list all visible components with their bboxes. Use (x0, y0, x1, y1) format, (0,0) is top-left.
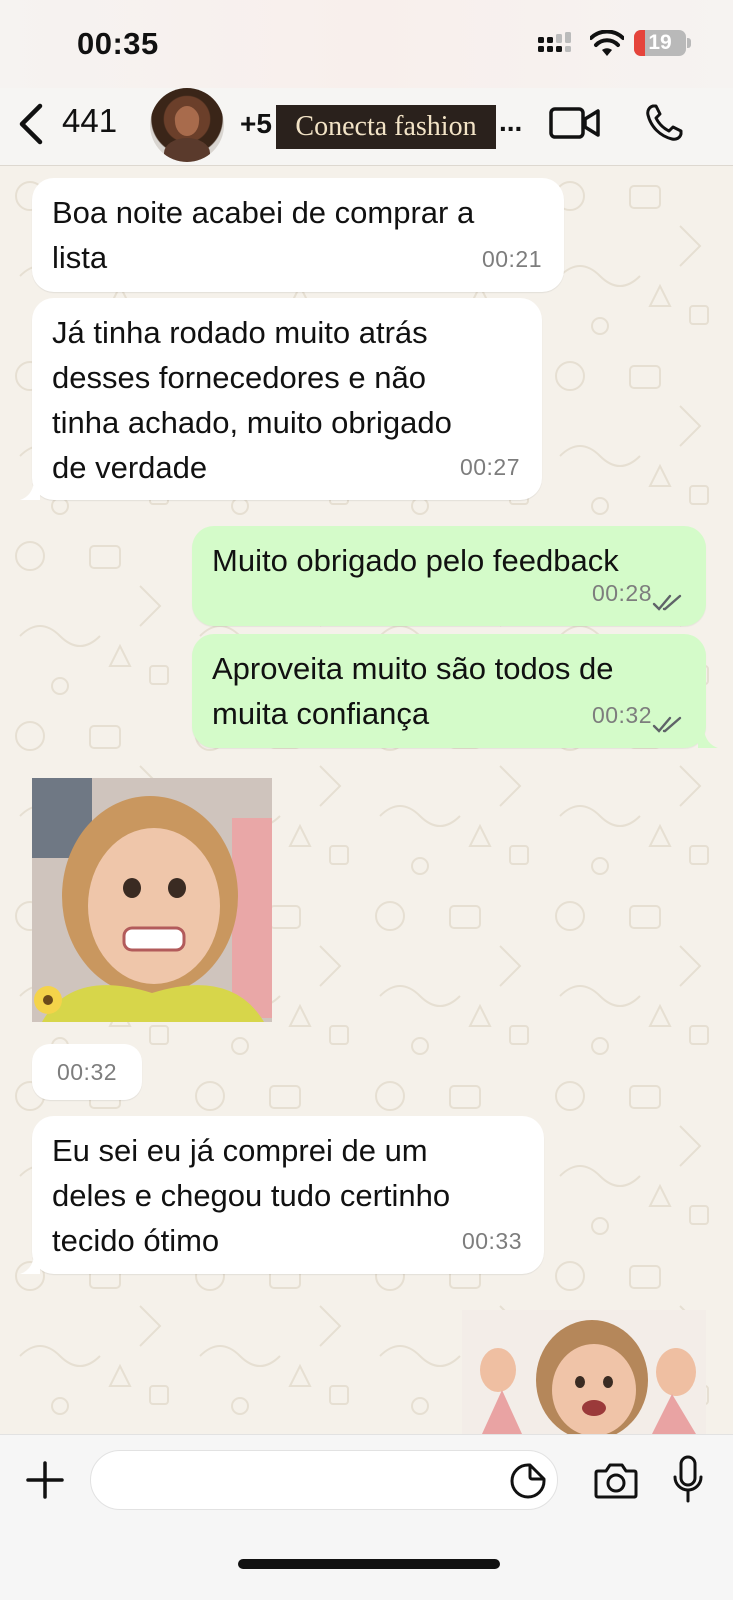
battery-cap (687, 38, 691, 48)
sticker-image[interactable] (32, 778, 272, 1022)
back-icon[interactable] (16, 102, 46, 146)
message-time: 00:32 (591, 702, 652, 728)
message-text: Boa noite acabei de comprar a lista (52, 195, 475, 275)
read-receipt-icon (652, 716, 682, 733)
sticker-image[interactable] (462, 1310, 706, 1434)
unread-count[interactable]: 441 (62, 102, 117, 140)
contact-name[interactable]: Conecta fashion (276, 105, 496, 149)
bubble-tail (20, 1256, 40, 1274)
home-indicator (238, 1559, 500, 1569)
microphone-icon[interactable] (672, 1455, 704, 1503)
sticker-icon[interactable] (510, 1463, 546, 1499)
baby-sticker-icon (32, 778, 272, 1022)
message-time: 00:21 (481, 246, 542, 272)
battery-icon: 19 (634, 30, 686, 56)
avatar[interactable] (150, 88, 224, 162)
message-time: 00:28 (591, 580, 652, 606)
message-bubble-incoming[interactable]: Já tinha rodado muito atrás desses forne… (32, 298, 542, 500)
read-receipt-icon (652, 594, 682, 611)
signal-icon (538, 32, 571, 52)
message-input[interactable] (90, 1450, 558, 1510)
message-bubble-outgoing[interactable]: Aproveita muito são todos de muita confi… (192, 634, 706, 748)
message-time: 00:27 (459, 454, 520, 480)
status-bar: 00:35 19 (0, 0, 733, 88)
baby-cheering-sticker-icon (462, 1310, 706, 1434)
chat-header: 441 +5 Conecta fashion ... (0, 88, 733, 166)
message-bubble-incoming[interactable]: Boa noite acabei de comprar a lista 00:2… (32, 178, 564, 292)
message-bubble-incoming[interactable]: Eu sei eu já comprei de um deles e chego… (32, 1116, 544, 1274)
battery-percent: 19 (648, 31, 672, 54)
message-bubble-outgoing[interactable]: Muito obrigado pelo feedback 00:28 (192, 526, 706, 626)
contact-ellipsis: ... (499, 106, 523, 137)
chat-area[interactable]: Boa noite acabei de comprar a lista 00:2… (0, 166, 733, 1434)
camera-icon[interactable] (594, 1461, 638, 1499)
status-time: 00:35 (77, 26, 159, 61)
video-call-icon[interactable] (549, 106, 601, 140)
plus-icon[interactable] (26, 1461, 64, 1499)
message-text: Eu sei eu já comprei de um deles e chego… (52, 1133, 451, 1258)
sticker-time: 00:32 (32, 1044, 142, 1100)
contact-prefix[interactable]: +5 (240, 108, 272, 140)
bubble-tail (20, 482, 40, 500)
voice-call-icon[interactable] (644, 103, 684, 143)
composer-bar (0, 1434, 733, 1600)
bubble-tail (698, 730, 718, 748)
message-time: 00:33 (461, 1228, 522, 1254)
message-text: Já tinha rodado muito atrás desses forne… (52, 315, 452, 485)
wifi-icon (590, 30, 624, 56)
